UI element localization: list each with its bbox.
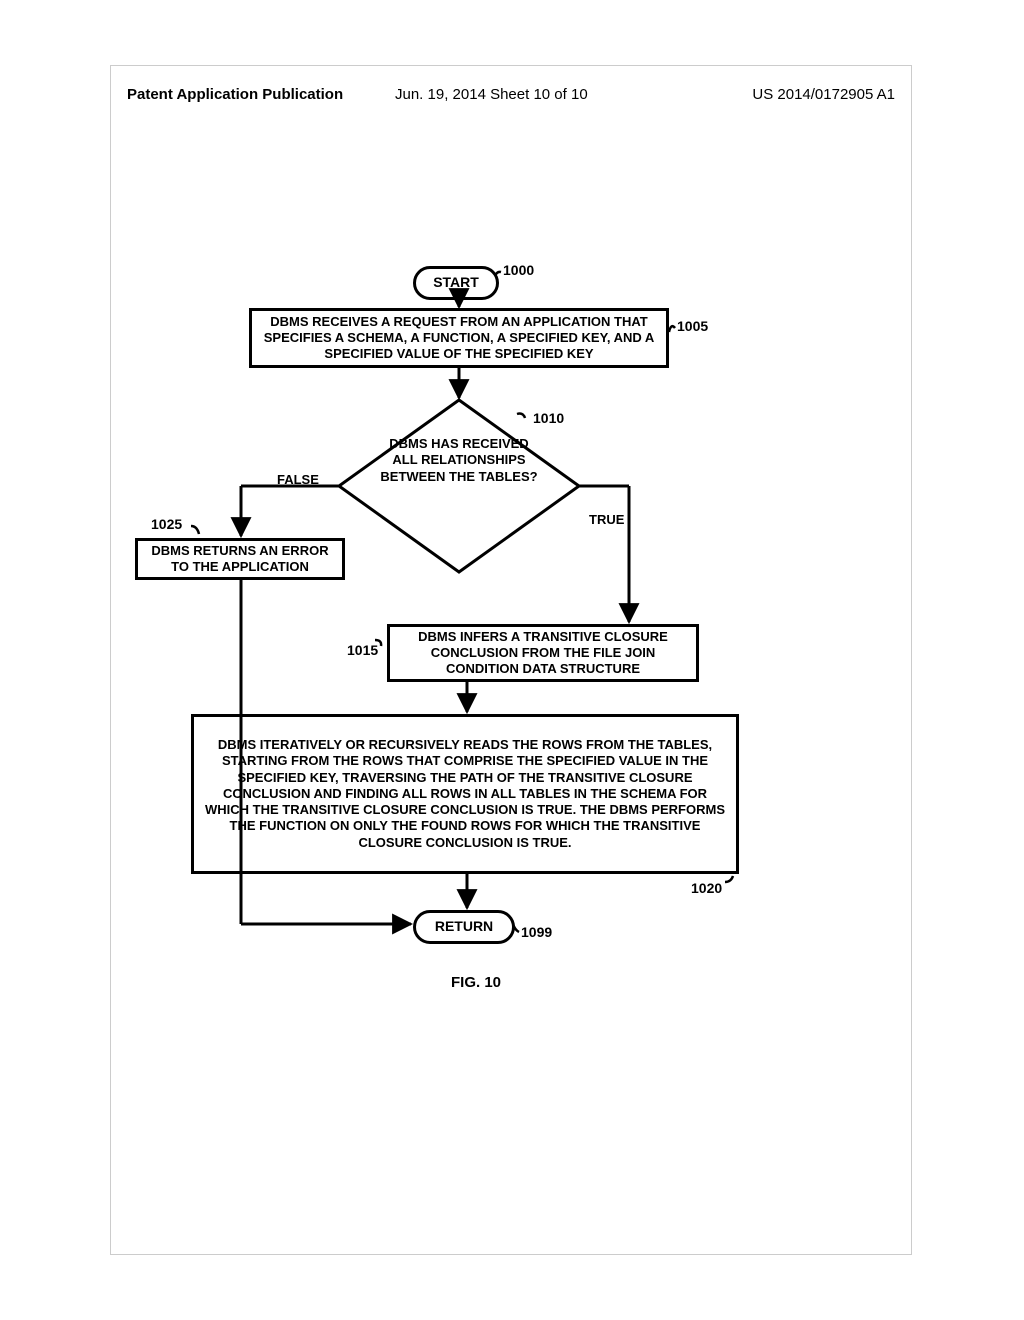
start-terminator: START	[413, 266, 499, 300]
process-1015: DBMS INFERS A TRANSITIVE CLOSURE CONCLUS…	[387, 624, 699, 682]
process-1005: DBMS RECEIVES A REQUEST FROM AN APPLICAT…	[249, 308, 669, 368]
ref-1015: 1015	[347, 642, 378, 658]
page-frame: Patent Application Publication Jun. 19, …	[110, 65, 912, 1255]
process-1025: DBMS RETURNS AN ERROR TO THE APPLICATION	[135, 538, 345, 580]
figure-label: FIG. 10	[451, 974, 501, 991]
header-mid-text: Jun. 19, 2014 Sheet 10 of 10	[395, 86, 588, 103]
ref-1025: 1025	[151, 516, 182, 532]
ref-1005: 1005	[677, 318, 708, 334]
process-1020: DBMS ITERATIVELY OR RECURSIVELY READS TH…	[191, 714, 739, 874]
return-terminator: RETURN	[413, 910, 515, 944]
edge-true-label: TRUE	[589, 512, 624, 527]
ref-1020: 1020	[691, 880, 722, 896]
header-right-text: US 2014/0172905 A1	[752, 86, 895, 103]
header-left-text: Patent Application Publication	[127, 86, 343, 103]
decision-1010-text: DBMS HAS RECEIVED ALL RELATIONSHIPS BETW…	[379, 436, 539, 485]
edge-false-label: FALSE	[277, 472, 319, 487]
ref-1099: 1099	[521, 924, 552, 940]
start-ref: 1000	[503, 262, 534, 278]
ref-1010: 1010	[533, 410, 564, 426]
